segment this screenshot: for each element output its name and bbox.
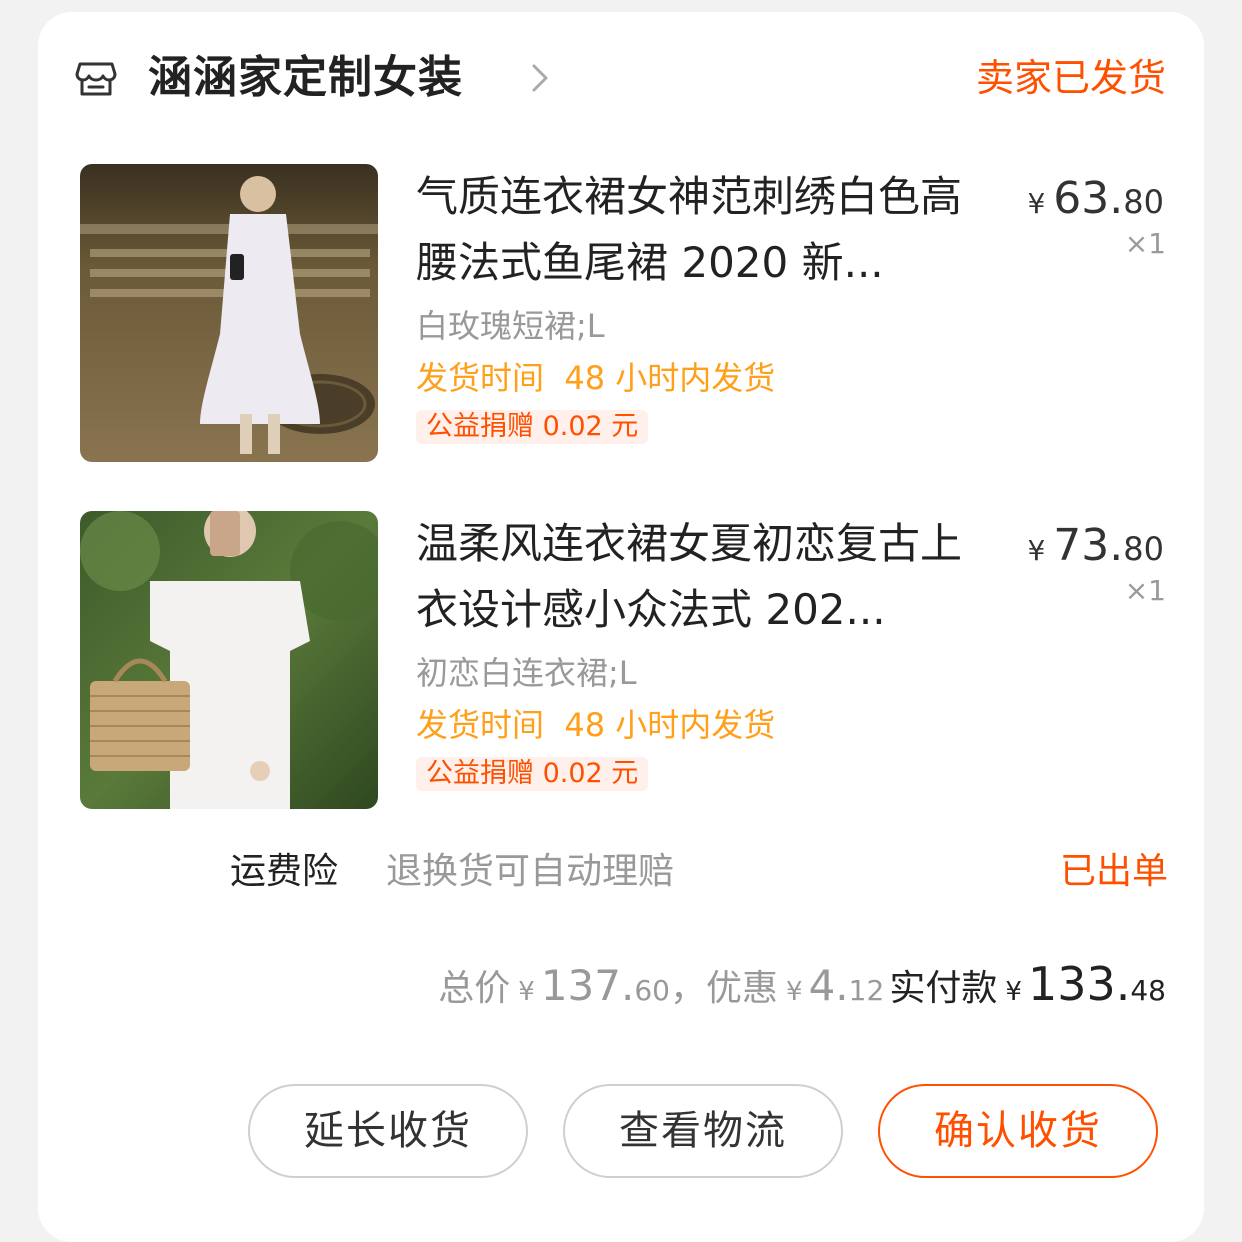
discount-decimal: 12 — [848, 974, 885, 1007]
product-image[interactable] — [80, 164, 378, 462]
insurance-label: 运费险 — [230, 851, 339, 892]
shipping-time: 发货时间 48 小时内发货 — [416, 359, 776, 397]
total-integer: 137. — [540, 961, 635, 1010]
paid-integer: 133. — [1027, 957, 1131, 1011]
product-quantity: ×1 — [1124, 574, 1166, 607]
discount-integer: 4. — [808, 961, 849, 1010]
product-quantity: ×1 — [1124, 227, 1166, 260]
list-item[interactable]: 温柔风连衣裙女夏初恋复古上衣设计感小众法式 202... 初恋白连衣裙;L 发货… — [38, 511, 1204, 811]
order-status: 卖家已发货 — [975, 56, 1166, 100]
shipping-time: 发货时间 48 小时内发货 — [416, 706, 776, 744]
discount-label: 优惠 — [706, 968, 779, 1009]
insurance-description: 退换货可自动理赔 — [386, 851, 675, 892]
paid-amount: 实付款 ¥133.48 — [889, 957, 1166, 1011]
paid-currency: ¥ — [1005, 977, 1022, 1007]
total-decimal: 60 — [634, 974, 670, 1007]
paid-decimal: 48 — [1130, 974, 1166, 1007]
view-logistics-button[interactable]: 查看物流 — [563, 1084, 843, 1178]
charity-badge: 公益捐赠 0.02 元 — [416, 410, 649, 444]
chevron-right-icon[interactable] — [520, 58, 560, 98]
discount-currency: ¥ — [786, 977, 803, 1007]
product-image[interactable] — [80, 511, 378, 809]
product-sku: 初恋白连衣裙;L — [416, 654, 637, 692]
product-title[interactable]: 气质连衣裙女神范刺绣白色高腰法式鱼尾裙 2020 新... — [416, 164, 986, 296]
list-item[interactable]: 气质连衣裙女神范刺绣白色高腰法式鱼尾裙 2020 新... 白玫瑰短裙;L 发货… — [38, 164, 1204, 464]
charity-badge: 公益捐赠 0.02 元 — [416, 757, 649, 791]
price-integer: 63. — [1053, 173, 1124, 224]
product-title[interactable]: 温柔风连衣裙女夏初恋复古上衣设计感小众法式 202... — [416, 511, 986, 643]
product-sku: 白玫瑰短裙;L — [416, 307, 605, 345]
price-decimal: 80 — [1123, 530, 1164, 568]
price-integer: 73. — [1053, 520, 1124, 571]
freight-insurance-row[interactable]: 运费险 退换货可自动理赔 已出单 — [38, 842, 1204, 902]
price-currency: ¥ — [1027, 534, 1046, 567]
shop-header[interactable]: 涵涵家定制女装 卖家已发货 — [38, 12, 1204, 142]
total-currency: ¥ — [518, 977, 535, 1007]
extend-receipt-button[interactable]: 延长收货 — [248, 1084, 528, 1178]
store-icon — [75, 62, 117, 96]
total-label: 总价 — [438, 968, 511, 1009]
price-currency: ¥ — [1027, 187, 1046, 220]
paid-label: 实付款 — [889, 968, 998, 1009]
shop-name[interactable]: 涵涵家定制女装 — [148, 48, 463, 108]
price-decimal: 80 — [1123, 183, 1164, 221]
confirm-receipt-button[interactable]: 确认收货 — [878, 1084, 1158, 1178]
order-card: 涵涵家定制女装 卖家已发货 气质连衣裙女神范刺绣白色高腰法式鱼尾裙 2020 新… — [38, 12, 1204, 1242]
summary-separator: ， — [669, 968, 706, 1009]
price-summary: 总价 ¥137.60，优惠 ¥4.12 实付款 ¥133.48 — [438, 954, 1166, 1014]
insurance-status: 已出单 — [1059, 851, 1168, 892]
